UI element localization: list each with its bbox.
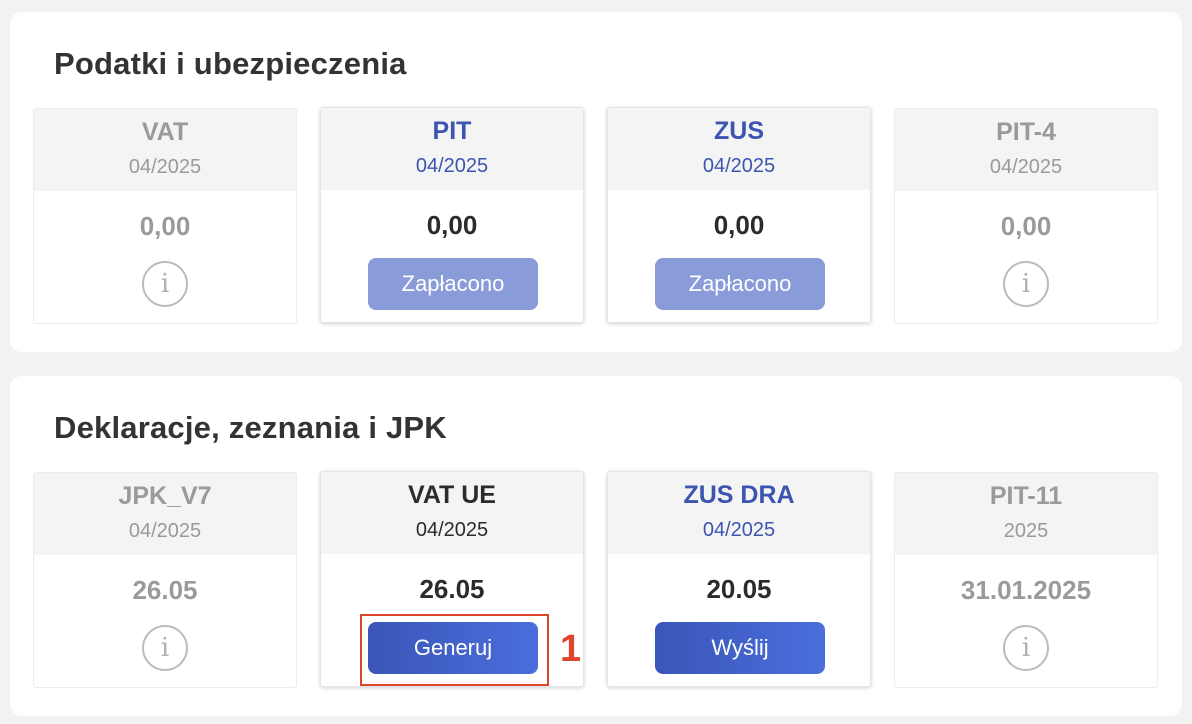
card-header: VAT 04/2025 [34,109,296,191]
paid-button-pit[interactable]: Zapłacono [368,258,538,310]
card-title: PIT-11 [989,482,1063,510]
card-period: 04/2025 [702,519,776,541]
card-header: PIT 04/2025 [321,108,583,190]
annotation-highlight-box [360,614,549,686]
card-title: PIT-4 [996,118,1056,146]
card-amount: 0,00 [426,210,478,240]
card-title: VAT UE [408,481,496,509]
card-vat: VAT 04/2025 0,00 i [33,108,297,324]
card-period: 04/2025 [989,156,1063,178]
card-amount: 0,00 [1000,211,1052,241]
card-deadline: 26.05 [419,574,485,604]
card-zus: ZUS 04/2025 0,00 Zapłacono [607,107,871,323]
card-header: ZUS 04/2025 [608,108,870,190]
card-header: PIT-11 2025 [895,473,1157,555]
card-title: VAT [141,118,189,146]
card-deadline: 26.05 [132,575,198,605]
card-title: ZUS DRA [683,481,795,509]
card-deadline: 20.05 [706,574,772,604]
card-amount: 0,00 [139,211,191,241]
card-title: ZUS [714,117,764,145]
card-period: 04/2025 [702,155,776,177]
info-icon[interactable]: i [1003,261,1049,307]
card-deadline: 31.01.2025 [960,575,1092,605]
card-pit: PIT 04/2025 0,00 Zapłacono [320,107,584,323]
annotation-marker: 1 [560,628,582,670]
card-pit11: PIT-11 2025 31.01.2025 i [894,472,1158,688]
card-header: JPK_V7 04/2025 [34,473,296,555]
info-icon[interactable]: i [1003,625,1049,671]
card-period: 2025 [1003,520,1049,542]
info-icon[interactable]: i [142,261,188,307]
section-title-taxes: Podatki i ubezpieczenia [54,46,407,81]
card-zus-dra: ZUS DRA 04/2025 20.05 Wyślij [607,471,871,687]
card-period: 04/2025 [128,156,202,178]
card-header: ZUS DRA 04/2025 [608,472,870,554]
info-icon[interactable]: i [142,625,188,671]
section-title-declarations: Deklaracje, zeznania i JPK [54,410,447,445]
card-title: PIT [432,117,472,145]
paid-button-zus[interactable]: Zapłacono [655,258,825,310]
send-button[interactable]: Wyślij [655,622,825,674]
card-period: 04/2025 [128,520,202,542]
card-header: VAT UE 04/2025 [321,472,583,554]
card-jpk-v7: JPK_V7 04/2025 26.05 i [33,472,297,688]
card-header: PIT-4 04/2025 [895,109,1157,191]
card-pit4: PIT-4 04/2025 0,00 i [894,108,1158,324]
card-period: 04/2025 [415,519,489,541]
card-title: JPK_V7 [118,482,212,510]
card-period: 04/2025 [415,155,489,177]
card-amount: 0,00 [713,210,765,240]
